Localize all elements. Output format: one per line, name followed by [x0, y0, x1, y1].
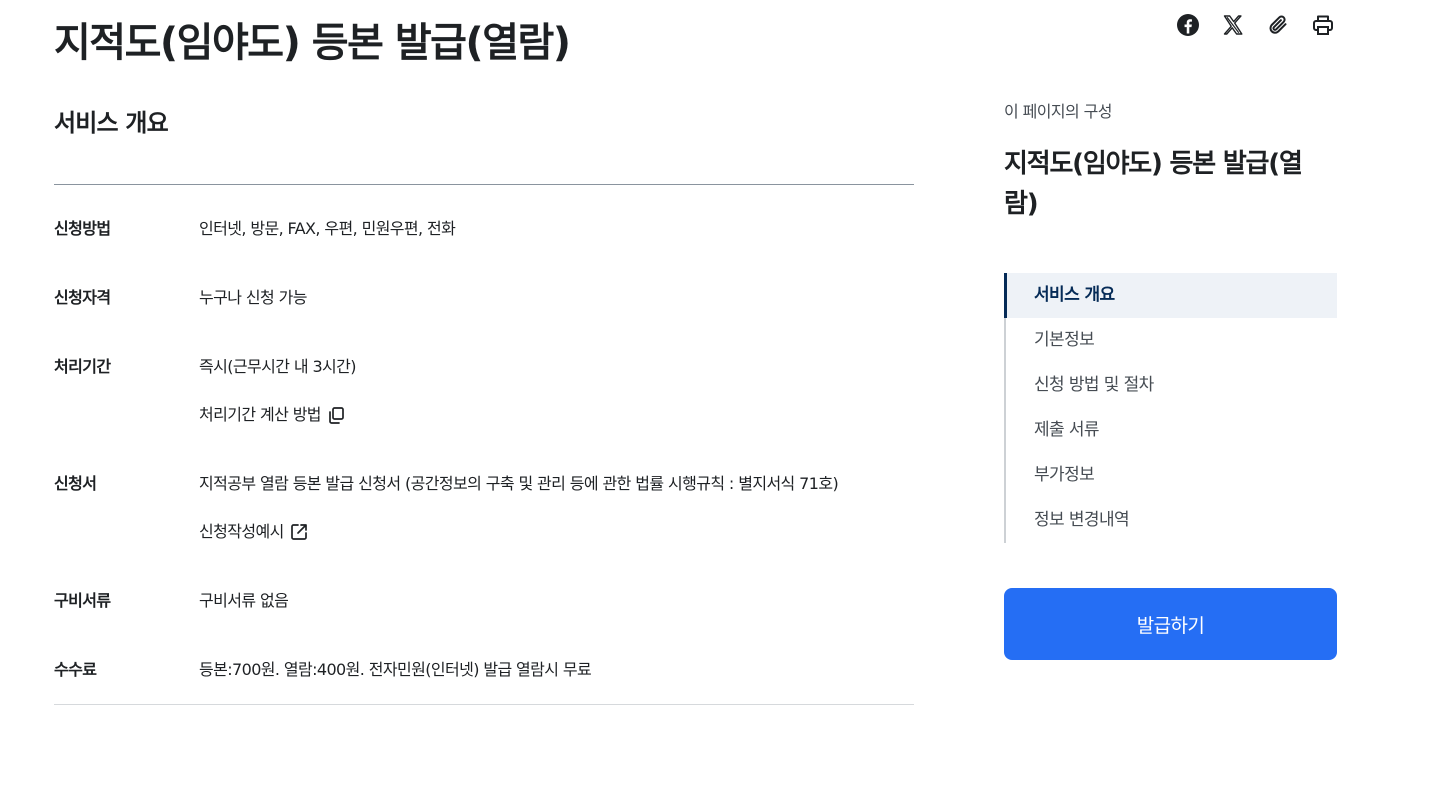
- page-title: 지적도(임야도) 등본 발급(열람): [54, 20, 571, 66]
- toc-item-service-overview[interactable]: 서비스 개요: [1004, 273, 1337, 318]
- row-fee: 수수료 등본:700원. 열람:400원. 전자민원(인터넷) 발급 열람시 무…: [54, 656, 914, 684]
- link-label: 처리기간 계산 방법: [199, 405, 322, 424]
- row-label: 처리기간: [54, 357, 111, 376]
- row-value: 인터넷, 방문, FAX, 우편, 민원우편, 전화: [199, 219, 456, 238]
- row-required-documents: 구비서류 구비서류 없음: [54, 587, 914, 615]
- row-value: 등본:700원. 열람:400원. 전자민원(인터넷) 발급 열람시 무료: [199, 660, 592, 679]
- row-label: 신청서: [54, 474, 97, 493]
- toc-heading: 지적도(임야도) 등본 발급(열람): [1004, 149, 1303, 219]
- external-link-icon: [290, 524, 307, 540]
- row-eligibility: 신청자격 누구나 신청 가능: [54, 284, 914, 312]
- row-value: 누구나 신청 가능: [199, 288, 307, 307]
- application-example-link[interactable]: 신청작성예시: [199, 518, 310, 546]
- toc-caption: 이 페이지의 구성: [1004, 102, 1112, 121]
- toc-nav: 서비스 개요 기본정보 신청 방법 및 절차 제출 서류 부가정보 정보 변경내…: [1004, 273, 1337, 543]
- processing-period-calc-link[interactable]: 처리기간 계산 방법: [199, 401, 347, 429]
- toc-item-additional-info[interactable]: 부가정보: [1006, 453, 1337, 498]
- toc-item-basic-info[interactable]: 기본정보: [1006, 318, 1337, 363]
- share-toolbar: [1176, 13, 1335, 37]
- row-value: 즉시(근무시간 내 3시간): [199, 357, 357, 376]
- issue-button[interactable]: 발급하기: [1004, 588, 1337, 660]
- printer-icon[interactable]: [1311, 13, 1335, 37]
- row-value: 구비서류 없음: [199, 591, 289, 610]
- toc-item-submission-documents[interactable]: 제출 서류: [1006, 408, 1337, 453]
- x-icon[interactable]: [1221, 13, 1245, 37]
- toc-item-change-history[interactable]: 정보 변경내역: [1006, 498, 1337, 543]
- link-label: 신청작성예시: [199, 522, 284, 541]
- service-overview-table: 신청방법 인터넷, 방문, FAX, 우편, 민원우편, 전화 신청자격 누구나…: [54, 184, 914, 705]
- row-method: 신청방법 인터넷, 방문, FAX, 우편, 민원우편, 전화: [54, 215, 914, 243]
- row-value: 지적공부 열람 등본 발급 신청서 (공간정보의 구축 및 관리 등에 관한 법…: [199, 474, 839, 493]
- row-label: 수수료: [54, 660, 97, 679]
- facebook-icon[interactable]: [1176, 13, 1200, 37]
- attachment-clip-icon[interactable]: [1266, 13, 1290, 37]
- section-title-overview: 서비스 개요: [54, 109, 169, 137]
- toc-item-application-procedure[interactable]: 신청 방법 및 절차: [1006, 363, 1337, 408]
- row-label: 구비서류: [54, 591, 111, 610]
- row-body: 지적공부 열람 등본 발급 신청서 (공간정보의 구축 및 관리 등에 관한 법…: [199, 470, 914, 546]
- row-label: 신청자격: [54, 288, 111, 307]
- copy-icon: [329, 407, 344, 424]
- row-body: 즉시(근무시간 내 3시간) 처리기간 계산 방법: [199, 353, 914, 429]
- row-application-form: 신청서 지적공부 열람 등본 발급 신청서 (공간정보의 구축 및 관리 등에 …: [54, 470, 914, 546]
- row-processing-period: 처리기간 즉시(근무시간 내 3시간) 처리기간 계산 방법: [54, 353, 914, 429]
- row-label: 신청방법: [54, 219, 111, 238]
